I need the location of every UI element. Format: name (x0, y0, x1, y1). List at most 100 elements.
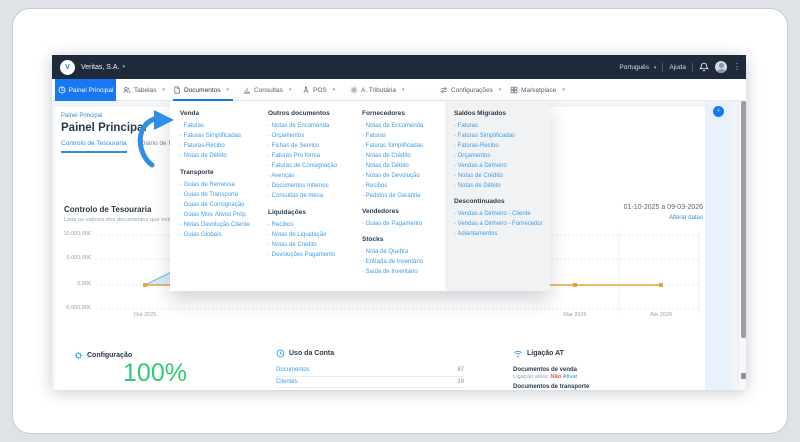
company-selector[interactable]: Veritas, S.A. (81, 64, 120, 71)
annotation-arrow (132, 105, 192, 175)
screenshot-stage: V Veritas, S.A. ▾ Português ▾ Ajuda ⋮ (0, 0, 800, 442)
scrollbar[interactable] (738, 101, 746, 390)
kebab-menu-icon[interactable]: ⋮ (733, 63, 741, 71)
menu-item[interactable]: Faturas (180, 121, 272, 131)
help-link[interactable]: Ajuda (669, 64, 686, 71)
menu-item[interactable]: Notas de Débito (454, 181, 546, 191)
menu-item[interactable]: Guias de Transporte (180, 190, 272, 200)
chevron-down-icon: ▾ (402, 87, 405, 93)
nav-tabelas[interactable]: Tabelas▾ (123, 79, 165, 101)
menu-item[interactable]: Fichas de Serviço (268, 141, 360, 151)
menu-item[interactable]: Faturas Pro forma (268, 151, 360, 161)
menu-item[interactable]: Pedidos de Garantia (362, 191, 454, 201)
scrollbar-thumb[interactable] (741, 101, 746, 338)
menu-item[interactable]: Guias Mov. Ativos Próp. (180, 210, 272, 220)
menu-group-title: Transporte (180, 169, 272, 176)
menu-item[interactable]: Nota de Quebra (362, 247, 454, 257)
nav-a-tributaria[interactable]: A. Tributária▾ (350, 79, 405, 101)
nav-consultas[interactable]: Consultas▾ (243, 79, 291, 101)
nav-painel-principal[interactable]: Painel Principal (55, 79, 116, 101)
menu-item[interactable]: Vendas a Dinheiro - Cliente (454, 209, 546, 219)
menu-item[interactable]: Notas Devolução Cliente (180, 220, 272, 230)
app-window: V Veritas, S.A. ▾ Português ▾ Ajuda ⋮ (52, 55, 746, 390)
at-entry-name: Documentos de venda (513, 367, 693, 373)
menu-item[interactable]: Guias de Remessa (180, 180, 272, 190)
menu-item[interactable]: Vendas a Dinheiro - Fornecedor (454, 219, 546, 229)
notifications-bell-icon[interactable] (699, 62, 709, 72)
compass-icon (302, 86, 310, 94)
y-tick-label: 0,00€ (77, 281, 91, 287)
menu-item[interactable]: Faturas-Recibo (180, 141, 272, 151)
nav-pos[interactable]: POS▾ (302, 79, 335, 101)
nav-documentos[interactable]: Documentos▾ (173, 79, 229, 101)
menu-group-title: Fornecedores (362, 110, 454, 117)
menu-item[interactable]: Recibos (268, 220, 360, 230)
y-tick-label: 5.000,00€ (67, 255, 91, 261)
menu-item[interactable]: Notas de Débito (180, 151, 272, 161)
menu-item[interactable]: Notas de Encomenda (268, 121, 360, 131)
sliders-icon (440, 86, 448, 94)
menu-item[interactable]: Faturas Simplificadas (362, 141, 454, 151)
history-clock-icon (276, 349, 285, 358)
menu-item[interactable]: Vendas a Dinheiro (454, 161, 546, 171)
breadcrumb[interactable]: Painel Principal (61, 113, 102, 119)
menu-item[interactable]: Guias de Pagamento (362, 219, 454, 229)
usage-row: Documentos 87 (276, 365, 464, 377)
menu-item[interactable]: Adiantamentos (454, 229, 546, 239)
menu-item[interactable]: Entrada de Inventário (362, 257, 454, 267)
usage-label[interactable]: Documentos (276, 367, 310, 373)
usage-value: 87 (457, 367, 464, 373)
nav-configuracoes[interactable]: Configurações▾ (440, 79, 501, 101)
menu-item[interactable]: Recibos (362, 181, 454, 191)
language-selector[interactable]: Português ▾ (619, 64, 656, 71)
clock-icon (58, 86, 66, 94)
x-tick-label: Abr 2026 (641, 312, 681, 318)
menu-group-title: Stocks (362, 236, 454, 243)
menu-item[interactable]: Faturas-Recibo (454, 141, 546, 151)
user-avatar[interactable] (715, 61, 727, 73)
menu-item[interactable]: Notas de Crédito (268, 240, 360, 250)
status-badge: Não (550, 374, 561, 380)
menu-item[interactable]: Documentos Internos (268, 181, 360, 191)
menu-item[interactable]: Notas de Encomenda (362, 121, 454, 131)
menu-item[interactable]: Guias de Consignação (180, 200, 272, 210)
menu-item[interactable]: Faturas de Consignação (268, 161, 360, 171)
nav-marketplace[interactable]: Marketplace▾ (510, 79, 565, 101)
menu-item[interactable]: Notas de Débito (362, 161, 454, 171)
menu-item[interactable]: Faturas Simplificadas (180, 131, 272, 141)
menu-item[interactable]: Orçamentos (454, 151, 546, 161)
menu-group-title: Saldos Migrados (454, 110, 546, 117)
menu-group-title: Venda (180, 110, 272, 117)
usage-widget-header: Uso da Conta (276, 349, 334, 358)
scrollbar-down-arrow[interactable] (741, 373, 746, 379)
change-dates-link[interactable]: Alterar datas (669, 215, 703, 221)
menu-item[interactable]: Notas de Crédito (454, 171, 546, 181)
menu-item[interactable]: Consultas de mesa (268, 191, 360, 201)
config-percent: 100% (95, 359, 215, 388)
documentos-dropdown-menu: Venda FaturasFaturas SimplificadasFatura… (170, 101, 550, 291)
tab-controlo-tesouraria[interactable]: Controlo de Tesouraria (61, 140, 127, 153)
menu-item[interactable]: Notas de Crédito (362, 151, 454, 161)
section-subtitle: Lista os valores dos documentos que estã (64, 217, 172, 223)
menu-item[interactable]: Faturas (362, 131, 454, 141)
usage-table: Documentos 87 Clientes 19 Artigos 42 (276, 365, 464, 390)
menu-item[interactable]: Faturas (454, 121, 546, 131)
grid-icon (510, 86, 518, 94)
collapse-panel-button[interactable]: ‹ (713, 106, 724, 117)
at-entry-status: Ligação ativa: Não Ativar (513, 374, 693, 380)
top-bar: V Veritas, S.A. ▾ Português ▾ Ajuda ⋮ (52, 55, 746, 79)
menu-item[interactable]: Faturas Simplificadas (454, 131, 546, 141)
gear-icon (74, 351, 83, 360)
menu-item[interactable]: Guias Globais (180, 230, 272, 240)
menu-item[interactable]: Notas de Devolução (362, 171, 454, 181)
menu-item[interactable]: Devoluções Pagamento (268, 250, 360, 260)
menu-item[interactable]: Avenças (268, 171, 360, 181)
activate-link[interactable]: Ativar (563, 374, 578, 380)
menu-item[interactable]: Orçamentos (268, 131, 360, 141)
menu-item[interactable]: Saída de Inventário (362, 267, 454, 277)
chart-x-axis: Out 2025Mar 2026Abr 2026 (55, 312, 705, 322)
menu-item[interactable]: Notas de Liquidação (268, 230, 360, 240)
x-tick-label: Out 2025 (125, 312, 165, 318)
usage-row: Artigos 42 (276, 388, 464, 390)
usage-label[interactable]: Clientes (276, 379, 298, 385)
